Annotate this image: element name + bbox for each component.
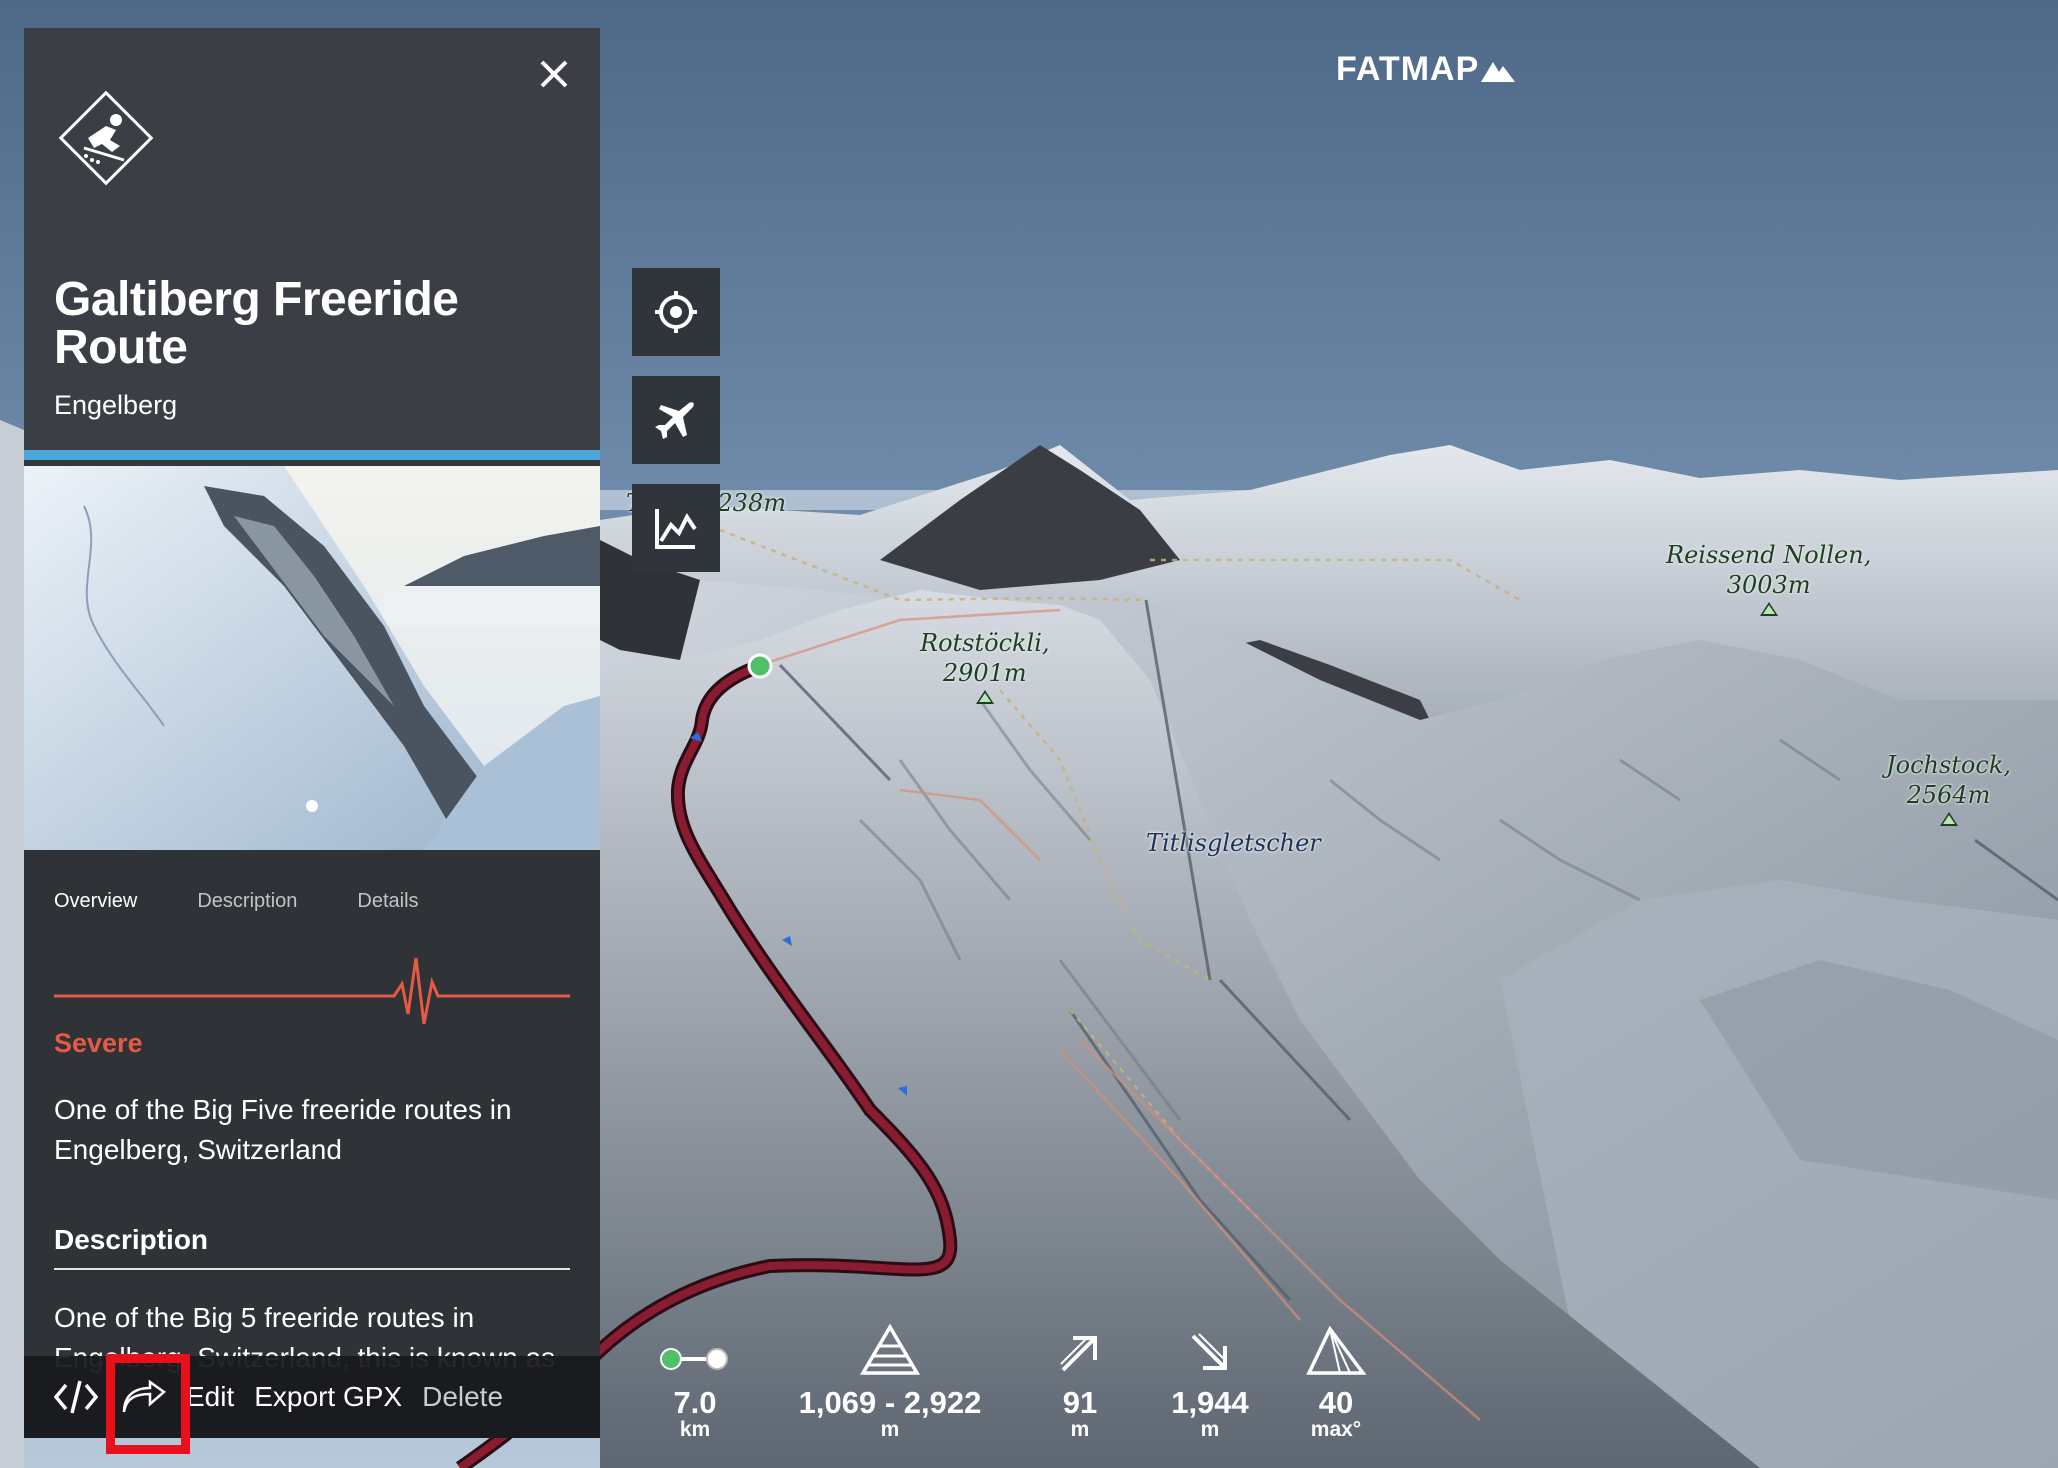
- route-photo-image: [24, 466, 600, 850]
- distance-icon: [660, 1348, 728, 1370]
- tab-overview[interactable]: Overview: [54, 890, 137, 913]
- elevation-range-icon: [860, 1324, 920, 1375]
- accent-divider: [24, 450, 600, 460]
- panel-body: Overview Description Details Severe One …: [24, 850, 600, 1438]
- route-photo[interactable]: [24, 466, 600, 850]
- description-heading: Description: [54, 1224, 209, 1255]
- delete-button[interactable]: Delete: [422, 1381, 503, 1413]
- fly-button[interactable]: [632, 376, 720, 464]
- route-area: Engelberg: [54, 390, 178, 420]
- peak-marker-icon: [975, 690, 994, 704]
- freeride-skier-icon: [58, 90, 154, 186]
- peak-label-jochstock: Jochstock, 2564m: [1886, 750, 2011, 826]
- severity-rating: Severe: [54, 1028, 143, 1058]
- locate-button[interactable]: [632, 268, 720, 356]
- stat-max-slope: 40 max°: [1296, 1320, 1376, 1440]
- severity-pulse-icon: [54, 957, 570, 1024]
- fatmap-logo: FATMAP: [1336, 50, 1516, 89]
- peak-marker-icon: [1939, 812, 1958, 826]
- panel-header: Galtiberg Freeride Route Engelberg: [24, 28, 600, 450]
- tab-details[interactable]: Details: [357, 890, 418, 913]
- ascent-arrow-icon: [1060, 1336, 1097, 1372]
- route-action-bar: Edit Export GPX Delete: [24, 1356, 600, 1438]
- descent-arrow-icon: [1191, 1333, 1227, 1370]
- chart-icon: [655, 509, 697, 549]
- slope-angle-icon: [1306, 1326, 1366, 1375]
- peak-label-reissend-nollen: Reissend Nollen, 3003m: [1666, 540, 1871, 616]
- route-summary: One of the Big Five freeride routes in E…: [54, 1094, 512, 1165]
- mountain-logo-icon: [1481, 62, 1516, 83]
- photo-pager-dot[interactable]: [306, 800, 318, 812]
- code-icon: [54, 1380, 98, 1414]
- tab-description[interactable]: Description: [197, 890, 297, 913]
- route-detail-panel: Galtiberg Freeride Route Engelberg Overv…: [24, 28, 600, 1438]
- route-title: Galtiberg Freeride Route: [54, 273, 459, 374]
- divider: [54, 1268, 570, 1270]
- elevation-profile-button[interactable]: [632, 484, 720, 572]
- peak-marker-icon: [1759, 602, 1778, 616]
- peak-label-rotstockli: Rotstöckli, 2901m: [920, 628, 1050, 704]
- stat-elevation-range: 1,069 - 2,922 m: [780, 1320, 1000, 1440]
- close-icon[interactable]: [534, 54, 574, 94]
- plane-icon: [655, 402, 694, 439]
- glacier-label-titlisgletscher: Titlisgletscher: [1146, 829, 1321, 857]
- crosshair-icon: [655, 291, 697, 333]
- export-gpx-button[interactable]: Export GPX: [254, 1381, 402, 1413]
- edit-button[interactable]: Edit: [186, 1381, 234, 1413]
- share-button[interactable]: [104, 1356, 184, 1438]
- stat-ascent: 91 m: [1040, 1320, 1120, 1440]
- share-arrow-icon: [122, 1380, 166, 1413]
- embed-button[interactable]: [48, 1356, 104, 1438]
- stat-distance: 7.0 km: [650, 1320, 740, 1440]
- stat-descent: 1,944 m: [1160, 1320, 1260, 1440]
- panel-tabs: Overview Description Details: [54, 890, 419, 913]
